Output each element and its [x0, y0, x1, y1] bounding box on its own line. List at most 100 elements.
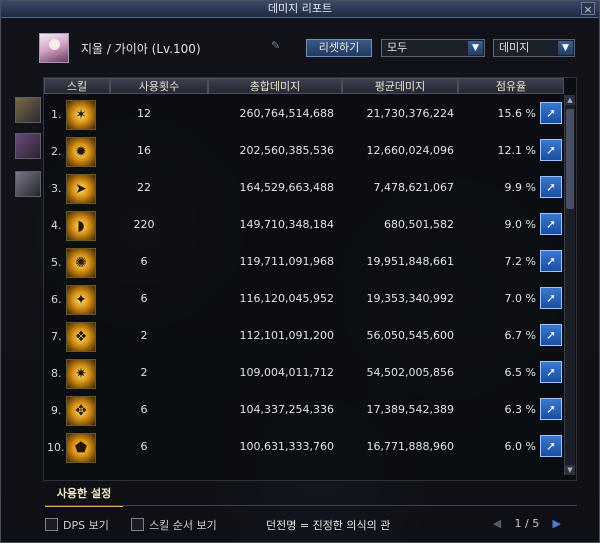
table-row: 10. ⬟ 6 100,631,333,760 16,771,888,960 6… [44, 429, 564, 466]
window-titlebar[interactable]: 데미지 리포트 × [1, 1, 599, 18]
export-icon[interactable]: ➚ [540, 361, 562, 383]
scroll-down-icon[interactable]: ▼ [565, 465, 575, 475]
row-avg: 7,478,621,067 [373, 181, 454, 194]
table-row: 1. ✶ 12 260,764,514,688 21,730,376,224 1… [44, 96, 564, 133]
used-settings-tab[interactable]: 사용한 설정 [45, 483, 123, 507]
row-total: 164,529,663,488 [239, 181, 334, 194]
damage-report-window: 데미지 리포트 × 지울 / 가이아 (Lv.100) ✎ 리셋하기 모두 ▼ … [0, 0, 600, 543]
shield-skill-icon: ◗ [66, 211, 96, 241]
header-skill: 스킬 [44, 78, 110, 94]
table-row: 5. ✺ 6 119,711,091,968 19,951,848,661 7.… [44, 244, 564, 281]
export-icon[interactable]: ➚ [540, 435, 562, 457]
reset-button[interactable]: 리셋하기 [306, 39, 372, 57]
skill-order-checkbox[interactable]: 스킬 순서 보기 [131, 517, 217, 533]
table-scrollbar[interactable]: ▲ ▼ [564, 95, 575, 475]
row-share: 6.7 % [504, 329, 536, 342]
row-total: 119,711,091,968 [239, 255, 334, 268]
export-icon[interactable]: ➚ [540, 250, 562, 272]
checkbox-box[interactable] [45, 518, 58, 531]
row-total: 149,710,348,184 [239, 218, 334, 231]
export-icon[interactable]: ➚ [540, 176, 562, 198]
scroll-up-icon[interactable]: ▲ [565, 95, 575, 105]
row-avg: 56,050,545,600 [366, 329, 454, 342]
row-total: 202,560,385,536 [239, 144, 334, 157]
row-uses: 6 [140, 255, 148, 268]
lance-skill-icon: ➤ [66, 174, 96, 204]
row-uses: 2 [140, 329, 148, 342]
row-total: 112,101,091,200 [239, 329, 334, 342]
scroll-thumb[interactable] [566, 109, 574, 209]
row-total: 104,337,254,336 [239, 403, 334, 416]
row-uses: 6 [140, 403, 148, 416]
row-rank: 7. [51, 330, 62, 343]
header-share: 점유율 [458, 78, 564, 94]
checkbox-box[interactable] [131, 518, 144, 531]
export-icon[interactable]: ➚ [540, 398, 562, 420]
export-icon[interactable]: ➚ [540, 102, 562, 124]
guard-skill-icon: ⬟ [66, 433, 96, 463]
table-header: 스킬 사용횟수 총합데미지 평균데미지 점유율 [44, 78, 576, 95]
page-indicator: 1 / 5 [514, 517, 540, 530]
export-icon[interactable]: ➚ [540, 213, 562, 235]
table-row: 9. ✥ 6 104,337,254,336 17,389,542,389 6.… [44, 392, 564, 429]
row-share: 6.5 % [504, 366, 536, 379]
light-skill-icon: ✺ [66, 248, 96, 278]
row-share: 6.3 % [504, 403, 536, 416]
equipment-slot-icon[interactable] [15, 133, 41, 159]
row-total: 116,120,045,952 [239, 292, 334, 305]
rune-skill-icon: ✥ [66, 396, 96, 426]
close-button[interactable]: × [581, 2, 595, 16]
row-uses: 6 [140, 292, 148, 305]
wing-skill-icon: ❖ [66, 322, 96, 352]
equipment-slot-icon[interactable] [15, 171, 41, 197]
export-icon[interactable]: ➚ [540, 287, 562, 309]
next-page-icon[interactable]: ▶ [551, 517, 563, 530]
header-uses: 사용횟수 [110, 78, 208, 94]
left-side-panel [1, 61, 41, 481]
chevron-down-icon[interactable]: ▼ [468, 41, 483, 55]
row-total: 109,004,011,712 [239, 366, 334, 379]
row-rank: 2. [51, 145, 62, 158]
filter-dropdown-value: 모두 [387, 41, 408, 54]
prev-page-icon[interactable]: ◀ [491, 517, 503, 530]
table-row: 2. ✹ 16 202,560,385,536 12,660,024,096 1… [44, 133, 564, 170]
export-icon[interactable]: ➚ [540, 324, 562, 346]
row-avg: 21,730,376,224 [366, 107, 454, 120]
row-rank: 1. [51, 108, 62, 121]
equipment-slot-icon[interactable] [15, 97, 41, 123]
row-avg: 17,389,542,389 [366, 403, 454, 416]
row-share: 9.9 % [504, 181, 536, 194]
row-rank: 10. [47, 441, 65, 454]
row-uses: 12 [137, 107, 151, 120]
pagination: ◀ 1 / 5 ▶ [491, 517, 563, 530]
burst-skill-icon: ✹ [66, 137, 96, 167]
export-icon[interactable]: ➚ [540, 139, 562, 161]
table-row: 8. ✷ 2 109,004,011,712 54,502,005,856 6.… [44, 355, 564, 392]
chevron-down-icon[interactable]: ▼ [558, 41, 573, 55]
dungeon-name: 던전명 = 진정한 의식의 관 [266, 519, 391, 532]
dps-view-checkbox[interactable]: DPS 보기 [45, 517, 109, 533]
header-total: 총합데미지 [208, 78, 342, 94]
row-share: 7.0 % [504, 292, 536, 305]
pin-icon[interactable]: ✎ [271, 39, 280, 52]
row-share: 9.0 % [504, 218, 536, 231]
row-uses: 22 [137, 181, 151, 194]
row-avg: 54,502,005,856 [366, 366, 454, 379]
filter-dropdown[interactable]: 모두 ▼ [381, 39, 485, 57]
table-row: 4. ◗ 220 149,710,348,184 680,501,582 9.0… [44, 207, 564, 244]
row-avg: 12,660,024,096 [366, 144, 454, 157]
character-avatar [39, 33, 69, 63]
row-uses: 2 [140, 366, 148, 379]
claw-skill-icon: ✶ [66, 100, 96, 130]
sort-dropdown[interactable]: 데미지 ▼ [493, 39, 575, 57]
row-share: 7.2 % [504, 255, 536, 268]
window-title: 데미지 리포트 [267, 2, 333, 15]
skill-order-label: 스킬 순서 보기 [149, 519, 217, 532]
table-row: 3. ➤ 22 164,529,663,488 7,478,621,067 9.… [44, 170, 564, 207]
flame-skill-icon: ✦ [66, 285, 96, 315]
row-rank: 3. [51, 182, 62, 195]
row-avg: 680,501,582 [384, 218, 454, 231]
row-rank: 5. [51, 256, 62, 269]
skill-damage-table: 스킬 사용횟수 총합데미지 평균데미지 점유율 1. ✶ 12 260,764,… [43, 77, 577, 481]
row-share: 15.6 % [497, 107, 536, 120]
